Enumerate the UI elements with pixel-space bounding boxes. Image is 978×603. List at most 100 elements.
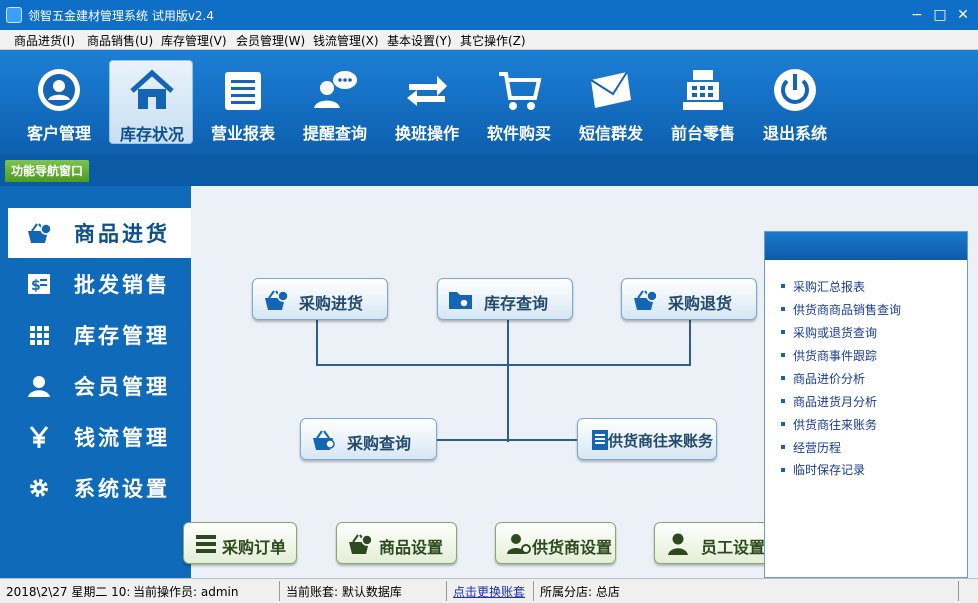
basket-icon xyxy=(349,534,373,554)
menu-members[interactable]: 会员管理(W) xyxy=(236,32,305,49)
swap-icon xyxy=(407,76,447,106)
flow-connector xyxy=(316,364,691,366)
tool-reminder-query[interactable]: 提醒查询 xyxy=(293,60,377,144)
tool-label: 换班操作 xyxy=(394,124,459,143)
flow-connector xyxy=(316,320,318,364)
menu-goods-purchase[interactable]: 商品进货(I) xyxy=(14,32,75,49)
purchase-order-button[interactable]: 采购订单 xyxy=(183,522,297,564)
tool-label: 提醒查询 xyxy=(302,124,367,143)
nav-tab-strip: 功能导航窗口 xyxy=(0,154,978,186)
window-title: 领智五金建材管理系统 试用版v2.4 xyxy=(28,9,215,23)
tool-sms-broadcast[interactable]: 短信群发 xyxy=(569,60,653,144)
status-bar: 2018\2\27 星期二 10: 当前操作员: admin 当前账套: 默认数… xyxy=(0,578,978,603)
basket-icon xyxy=(265,290,289,310)
quick-links-header xyxy=(765,232,967,260)
sidebar-item-label: 库存管理 xyxy=(74,324,170,348)
flow-connector xyxy=(437,439,577,441)
goods-setting-button[interactable]: 商品设置 xyxy=(336,522,457,564)
maximize-button[interactable]: □ xyxy=(929,4,951,26)
switch-account-link[interactable]: 点击更换账套 xyxy=(453,583,525,600)
sidebar-item-cashflow[interactable]: 钱流管理 xyxy=(0,412,191,462)
yen-icon xyxy=(29,426,49,448)
sidebar-item-label: 商品进货 xyxy=(74,222,170,246)
sidebar-item-label: 会员管理 xyxy=(74,375,170,399)
purchase-query-button[interactable]: 采购查询 xyxy=(300,418,437,460)
bullet xyxy=(781,307,785,311)
sidebar-item-system-settings[interactable]: 系统设置 xyxy=(0,463,191,513)
sidebar-item-members[interactable]: 会员管理 xyxy=(0,361,191,411)
button-label: 采购查询 xyxy=(347,434,412,453)
stock-query-button[interactable]: 库存查询 xyxy=(437,278,573,320)
bullet xyxy=(781,330,785,334)
menu-other-operations[interactable]: 其它操作(Z) xyxy=(460,32,526,49)
bullet xyxy=(781,399,785,403)
grid-icon xyxy=(30,326,49,345)
tool-exit-system[interactable]: 退出系统 xyxy=(753,60,837,144)
tool-label: 前台零售 xyxy=(670,124,735,143)
link-supplier-goods-sales[interactable]: 供货商商品销售查询 xyxy=(793,301,901,318)
tool-label: 软件购买 xyxy=(486,124,551,143)
menu-basic-settings[interactable]: 基本设置(Y) xyxy=(387,32,452,49)
status-account: 当前账套: 默认数据库 xyxy=(286,585,402,599)
tool-label: 短信群发 xyxy=(578,124,643,143)
tool-stock-status[interactable]: 库存状况 xyxy=(109,60,193,144)
cart-icon xyxy=(499,72,542,110)
menu-goods-sales[interactable]: 商品销售(U) xyxy=(87,32,153,49)
close-button[interactable]: ✕ xyxy=(952,4,974,26)
bullet xyxy=(781,468,785,472)
sidebar-item-label: 批发销售 xyxy=(74,273,170,297)
tool-shift-change[interactable]: 换班操作 xyxy=(385,60,469,144)
tab-function-navigation[interactable]: 功能导航窗口 xyxy=(5,160,90,182)
link-monthly-purchase-analysis[interactable]: 商品进货月分析 xyxy=(793,393,877,410)
link-temp-saved-records[interactable]: 临时保存记录 xyxy=(793,461,865,478)
title-bar: 领智五金建材管理系统 试用版v2.4 − □ ✕ xyxy=(0,0,978,30)
link-purchase-price-analysis[interactable]: 商品进价分析 xyxy=(793,370,865,387)
tool-front-retail[interactable]: 前台零售 xyxy=(661,60,745,144)
toolbar: 客户管理 库存状况 营业报表 提醒查询 换班操作 软件购买 短信群发 前台零售 … xyxy=(0,50,978,154)
bullet xyxy=(781,353,785,357)
link-purchase-return-query[interactable]: 采购或退货查询 xyxy=(793,324,877,341)
sidebar-item-wholesale[interactable]: $ 批发销售 xyxy=(0,259,191,309)
user-icon xyxy=(668,533,688,555)
purchase-in-button[interactable]: 采购进货 xyxy=(252,278,388,320)
tool-customer-management[interactable]: 客户管理 xyxy=(17,60,101,144)
customer-icon xyxy=(38,69,80,111)
menu-inventory[interactable]: 库存管理(V) xyxy=(161,32,227,49)
staff-setting-button[interactable]: 员工设置 xyxy=(654,522,775,564)
status-divider xyxy=(958,581,959,601)
link-business-history[interactable]: 经营历程 xyxy=(793,439,841,456)
report-icon xyxy=(225,72,261,110)
bullet xyxy=(781,422,785,426)
link-supplier-event-tracking[interactable]: 供货商事件跟踪 xyxy=(793,347,877,364)
button-label: 商品设置 xyxy=(379,538,444,557)
link-supplier-accounts[interactable]: 供货商往来账务 xyxy=(793,416,877,433)
supplier-account-button[interactable]: 供货商往来账务 xyxy=(577,418,717,460)
sidebar-item-goods-purchase[interactable]: 商品进货 xyxy=(8,208,191,258)
minimize-button[interactable]: − xyxy=(906,4,928,26)
button-label: 供货商往来账务 xyxy=(608,432,714,450)
envelope-icon xyxy=(590,71,631,108)
bullet xyxy=(781,376,785,380)
button-label: 采购退货 xyxy=(668,294,733,313)
app-icon xyxy=(6,7,22,23)
power-icon xyxy=(774,69,816,111)
button-label: 采购订单 xyxy=(222,538,287,557)
quick-links-panel: 采购汇总报表 供货商商品销售查询 采购或退货查询 供货商事件跟踪 商品进价分析 … xyxy=(764,231,968,578)
cash-register-icon xyxy=(683,70,723,110)
purchase-return-button[interactable]: 采购退货 xyxy=(621,278,757,320)
gear-icon xyxy=(30,479,48,497)
menu-cashflow[interactable]: 钱流管理(X) xyxy=(313,32,379,49)
sidebar-item-inventory[interactable]: 库存管理 xyxy=(0,310,191,360)
sidebar: 商品进货 $ 批发销售 库存管理 会员管理 钱流管理 系统设置 xyxy=(0,186,191,578)
tool-software-purchase[interactable]: 软件购买 xyxy=(477,60,561,144)
button-label: 员工设置 xyxy=(701,538,766,557)
status-divider xyxy=(533,581,534,601)
tool-business-report[interactable]: 营业报表 xyxy=(201,60,285,144)
supplier-setting-button[interactable]: 供货商设置 xyxy=(495,522,616,564)
main-panel: 采购进货 库存查询 采购退货 采购查询 供货商往来账务 采购订单 商品设置 供货… xyxy=(183,186,978,578)
link-purchase-summary[interactable]: 采购汇总报表 xyxy=(793,278,865,295)
tool-label: 退出系统 xyxy=(762,124,827,143)
chat-user-icon xyxy=(314,71,357,108)
status-divider xyxy=(279,581,280,601)
list-icon xyxy=(196,535,216,553)
